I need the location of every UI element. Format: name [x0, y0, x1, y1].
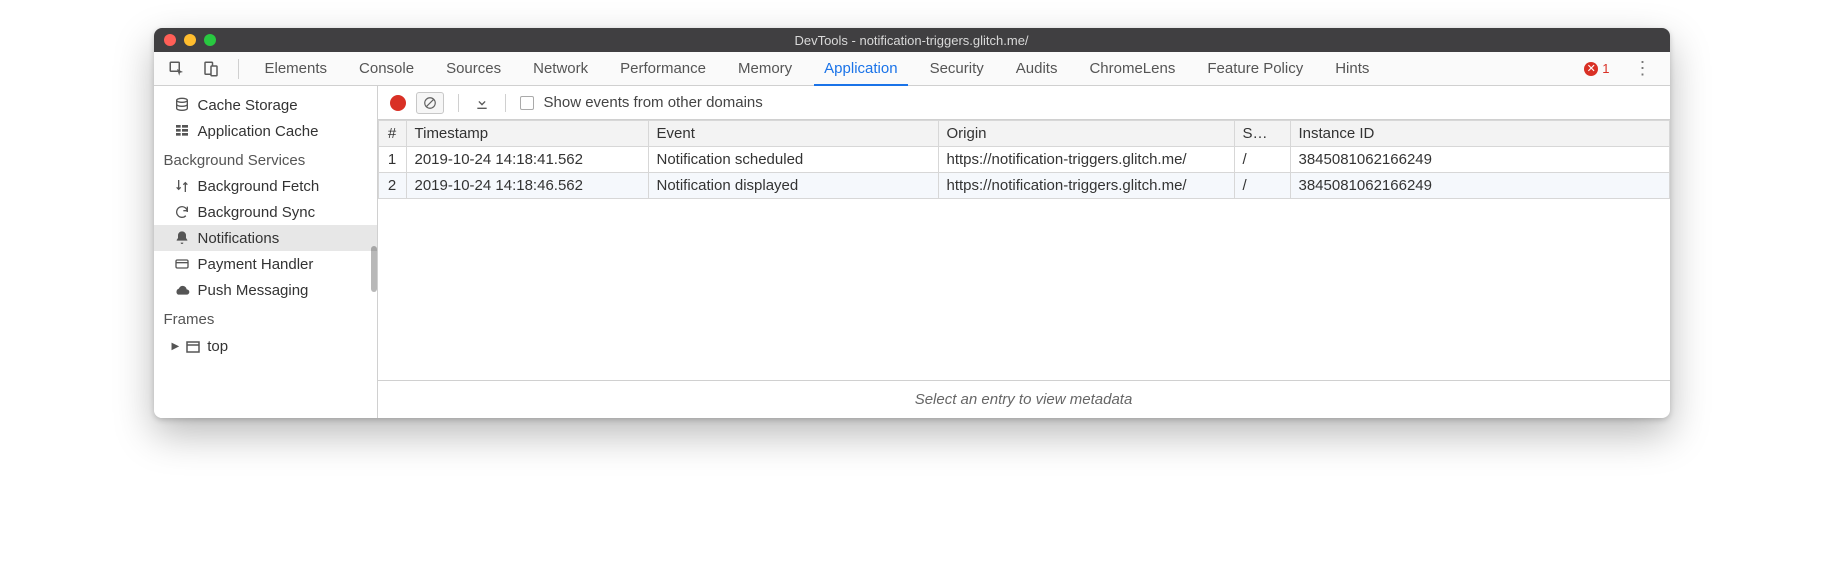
tab-memory[interactable]: Memory [728, 52, 802, 86]
bell-icon [174, 230, 190, 246]
sidebar-group-background-services: Background Services [154, 144, 377, 173]
tab-hints[interactable]: Hints [1325, 52, 1379, 86]
tab-performance[interactable]: Performance [610, 52, 716, 86]
divider [458, 94, 459, 112]
download-button[interactable] [473, 95, 491, 111]
minimize-window-button[interactable] [184, 34, 196, 46]
tab-audits[interactable]: Audits [1006, 52, 1068, 86]
grid-icon [174, 123, 190, 139]
more-menu-icon[interactable]: ⋮ [1628, 58, 1658, 79]
cell-sw-scope: / [1234, 147, 1290, 173]
sidebar-item-push-messaging[interactable]: Push Messaging [154, 277, 377, 303]
col-header-timestamp[interactable]: Timestamp [406, 121, 648, 147]
tab-network[interactable]: Network [523, 52, 598, 86]
error-icon: ✕ [1584, 62, 1598, 76]
zoom-window-button[interactable] [204, 34, 216, 46]
tab-console[interactable]: Console [349, 52, 424, 86]
application-sidebar: Cache Storage Application Cache Backgroun… [154, 86, 378, 418]
cell-event: Notification displayed [648, 173, 938, 199]
sidebar-item-label: Push Messaging [198, 282, 309, 299]
error-count-badge[interactable]: ✕ 1 [1584, 61, 1609, 76]
show-other-domains-label: Show events from other domains [544, 94, 763, 111]
sidebar-item-label: Application Cache [198, 123, 319, 140]
cell-number: 1 [378, 147, 406, 173]
col-header-instance-id[interactable]: Instance ID [1290, 121, 1669, 147]
swap-icon [174, 178, 190, 194]
tab-security[interactable]: Security [920, 52, 994, 86]
error-count: 1 [1602, 61, 1609, 76]
table-row[interactable]: 22019-10-24 14:18:46.562Notification dis… [378, 173, 1669, 199]
sidebar-item-background-sync[interactable]: Background Sync [154, 199, 377, 225]
traffic-lights [164, 34, 216, 46]
clear-button[interactable] [416, 92, 444, 114]
device-toggle-icon[interactable] [200, 58, 222, 80]
devtools-window: DevTools - notification-triggers.glitch.… [154, 28, 1670, 418]
sidebar-item-cache-storage[interactable]: Cache Storage [154, 92, 377, 118]
sidebar-item-application-cache[interactable]: Application Cache [154, 118, 377, 144]
cell-number: 2 [378, 173, 406, 199]
col-header-sw-scope[interactable]: SW … [1234, 121, 1290, 147]
col-header-event[interactable]: Event [648, 121, 938, 147]
sidebar-item-label: Background Sync [198, 204, 316, 221]
show-other-domains-checkbox[interactable] [520, 96, 534, 110]
main-panel: Show events from other domains # Timesta… [378, 86, 1670, 418]
window-title: DevTools - notification-triggers.glitch.… [154, 33, 1670, 48]
cell-origin: https://notification-triggers.glitch.me/ [938, 147, 1234, 173]
close-window-button[interactable] [164, 34, 176, 46]
events-table: # Timestamp Event Origin SW … Instance I… [378, 120, 1670, 381]
sync-icon [174, 204, 190, 220]
sidebar-item-label: Cache Storage [198, 97, 298, 114]
col-header-number[interactable]: # [378, 121, 406, 147]
divider [238, 59, 239, 79]
devtools-tabbar: Elements Console Sources Network Performance… [154, 52, 1670, 86]
sidebar-frame-top[interactable]: ▶ top [154, 332, 377, 359]
cell-sw-scope: / [1234, 173, 1290, 199]
cell-timestamp: 2019-10-24 14:18:46.562 [406, 173, 648, 199]
tab-sources[interactable]: Sources [436, 52, 511, 86]
sidebar-item-notifications[interactable]: Notifications [154, 225, 377, 251]
cell-origin: https://notification-triggers.glitch.me/ [938, 173, 1234, 199]
sidebar-item-background-fetch[interactable]: Background Fetch [154, 173, 377, 199]
sidebar-group-frames: Frames [154, 303, 377, 332]
tab-application[interactable]: Application [814, 52, 907, 86]
card-icon [174, 256, 190, 272]
table-row[interactable]: 12019-10-24 14:18:41.562Notification sch… [378, 147, 1669, 173]
tab-elements[interactable]: Elements [255, 52, 338, 86]
col-header-origin[interactable]: Origin [938, 121, 1234, 147]
sidebar-frame-label: top [207, 338, 228, 355]
cloud-icon [174, 282, 190, 298]
database-icon [174, 97, 190, 113]
sidebar-item-label: Notifications [198, 230, 280, 247]
record-button[interactable] [390, 95, 406, 111]
titlebar: DevTools - notification-triggers.glitch.… [154, 28, 1670, 52]
tab-feature-policy[interactable]: Feature Policy [1197, 52, 1313, 86]
cell-instance-id: 3845081062166249 [1290, 173, 1669, 199]
divider [505, 94, 506, 112]
metadata-hint: Select an entry to view metadata [378, 381, 1670, 418]
sidebar-scrollbar[interactable] [371, 246, 377, 292]
sidebar-item-payment-handler[interactable]: Payment Handler [154, 251, 377, 277]
sidebar-item-label: Payment Handler [198, 256, 314, 273]
cell-instance-id: 3845081062166249 [1290, 147, 1669, 173]
window-icon [185, 339, 201, 355]
tab-chromelens[interactable]: ChromeLens [1079, 52, 1185, 86]
events-toolbar: Show events from other domains [378, 86, 1670, 120]
cell-event: Notification scheduled [648, 147, 938, 173]
sidebar-item-label: Background Fetch [198, 178, 320, 195]
caret-right-icon: ▶ [172, 341, 180, 352]
inspect-icon[interactable] [166, 58, 188, 80]
cell-timestamp: 2019-10-24 14:18:41.562 [406, 147, 648, 173]
